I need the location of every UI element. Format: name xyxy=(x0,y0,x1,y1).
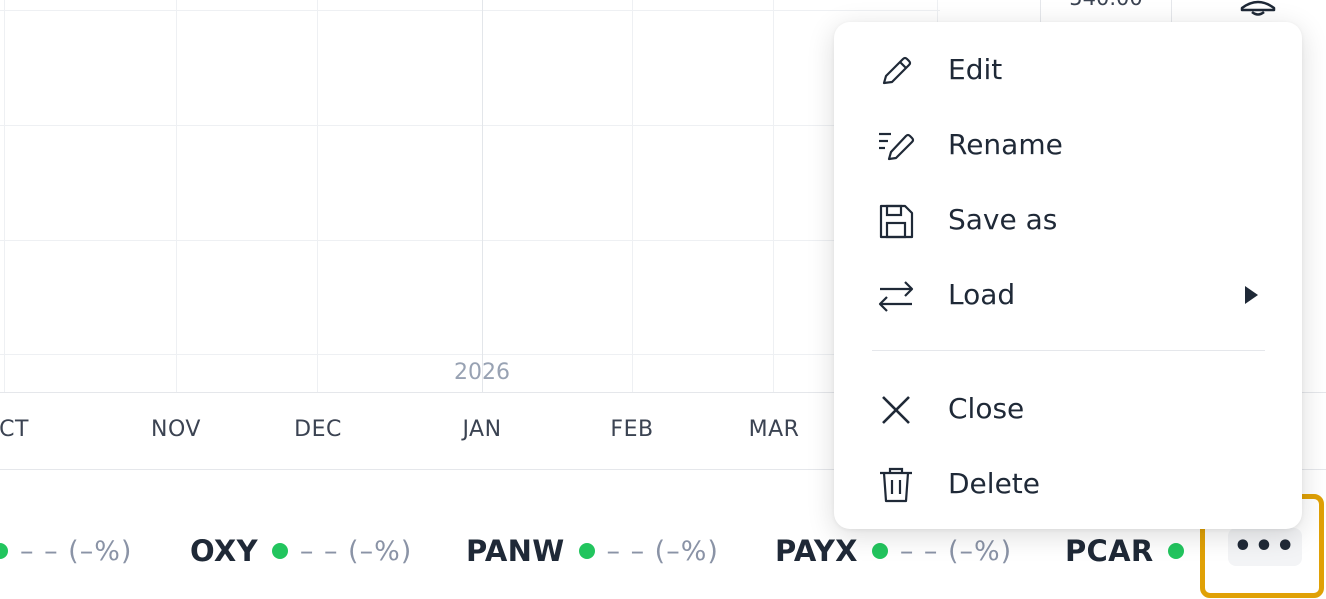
grid-line xyxy=(773,0,774,392)
month-label: DEC xyxy=(294,417,342,442)
menu-item-load[interactable]: Load xyxy=(834,262,1302,326)
ticker-item[interactable]: PCAR xyxy=(1065,525,1196,577)
ticker-symbol: PAYX xyxy=(775,534,858,568)
menu-item-label: Save as xyxy=(948,203,1058,236)
menu-item-close[interactable]: Close xyxy=(834,376,1302,440)
grid-line xyxy=(0,240,940,241)
more-options-button[interactable]: ••• xyxy=(1228,528,1302,566)
ticker-change: – – (–%) xyxy=(606,535,719,567)
grid-line xyxy=(0,354,940,355)
month-label: FEB xyxy=(610,417,654,442)
menu-item-save-as[interactable]: Save as xyxy=(834,187,1302,251)
menu-divider xyxy=(872,350,1265,351)
ticker-item[interactable]: PANW – – (–%) xyxy=(466,525,719,577)
ticker-change: – – (–%) xyxy=(20,535,133,567)
close-icon xyxy=(882,396,910,424)
grid-line xyxy=(482,0,483,392)
ticker-item[interactable]: OXY – – (–%) xyxy=(190,525,412,577)
status-dot xyxy=(578,543,595,559)
ticker-item[interactable]: PAYX – – (–%) xyxy=(775,525,1012,577)
month-label: NOV xyxy=(151,417,201,442)
menu-item-delete[interactable]: Delete xyxy=(834,451,1302,515)
grid-line xyxy=(632,0,633,392)
save-icon xyxy=(879,204,914,239)
ticker-bar: – – (–%) OXY – – (–%) PANW – – (–%) PAYX… xyxy=(0,525,1200,577)
ticker-change: – – (–%) xyxy=(299,535,413,567)
context-menu: Edit Rename Save as Load Close Delete xyxy=(834,22,1302,529)
menu-item-label: Delete xyxy=(948,467,1040,500)
month-label: MAR xyxy=(748,417,800,442)
menu-item-label: Close xyxy=(948,392,1025,425)
grid-line xyxy=(176,0,177,392)
grid-line xyxy=(317,0,318,392)
ticker-symbol: PANW xyxy=(466,534,565,568)
menu-item-rename[interactable]: Rename xyxy=(834,112,1302,176)
ticker-symbol: OXY xyxy=(190,534,258,568)
menu-item-label: Load xyxy=(948,278,1016,311)
menu-item-label: Rename xyxy=(948,128,1063,161)
menu-item-label: Edit xyxy=(948,53,1003,86)
status-dot xyxy=(871,543,888,559)
submenu-arrow-icon xyxy=(1245,286,1258,304)
trash-icon xyxy=(880,467,912,503)
rename-icon xyxy=(879,132,915,161)
year-label: 2026 xyxy=(454,360,510,385)
price-label: 540.00 xyxy=(1040,0,1172,24)
menu-item-edit[interactable]: Edit xyxy=(834,37,1302,101)
swap-arrows-icon xyxy=(878,281,914,312)
month-label: CT xyxy=(0,417,29,442)
pencil-icon xyxy=(882,56,912,85)
status-dot xyxy=(271,543,288,559)
grid-line xyxy=(4,0,5,392)
ticker-item[interactable]: – – (–%) xyxy=(0,525,132,577)
grid-line xyxy=(0,10,940,11)
status-dot xyxy=(0,543,8,559)
month-label: JAN xyxy=(462,417,502,442)
grid-line xyxy=(0,125,940,126)
status-dot xyxy=(1167,543,1184,559)
bell-icon[interactable] xyxy=(1238,0,1278,20)
ticker-change: – – (–%) xyxy=(899,535,1013,567)
ticker-symbol: PCAR xyxy=(1065,534,1154,568)
